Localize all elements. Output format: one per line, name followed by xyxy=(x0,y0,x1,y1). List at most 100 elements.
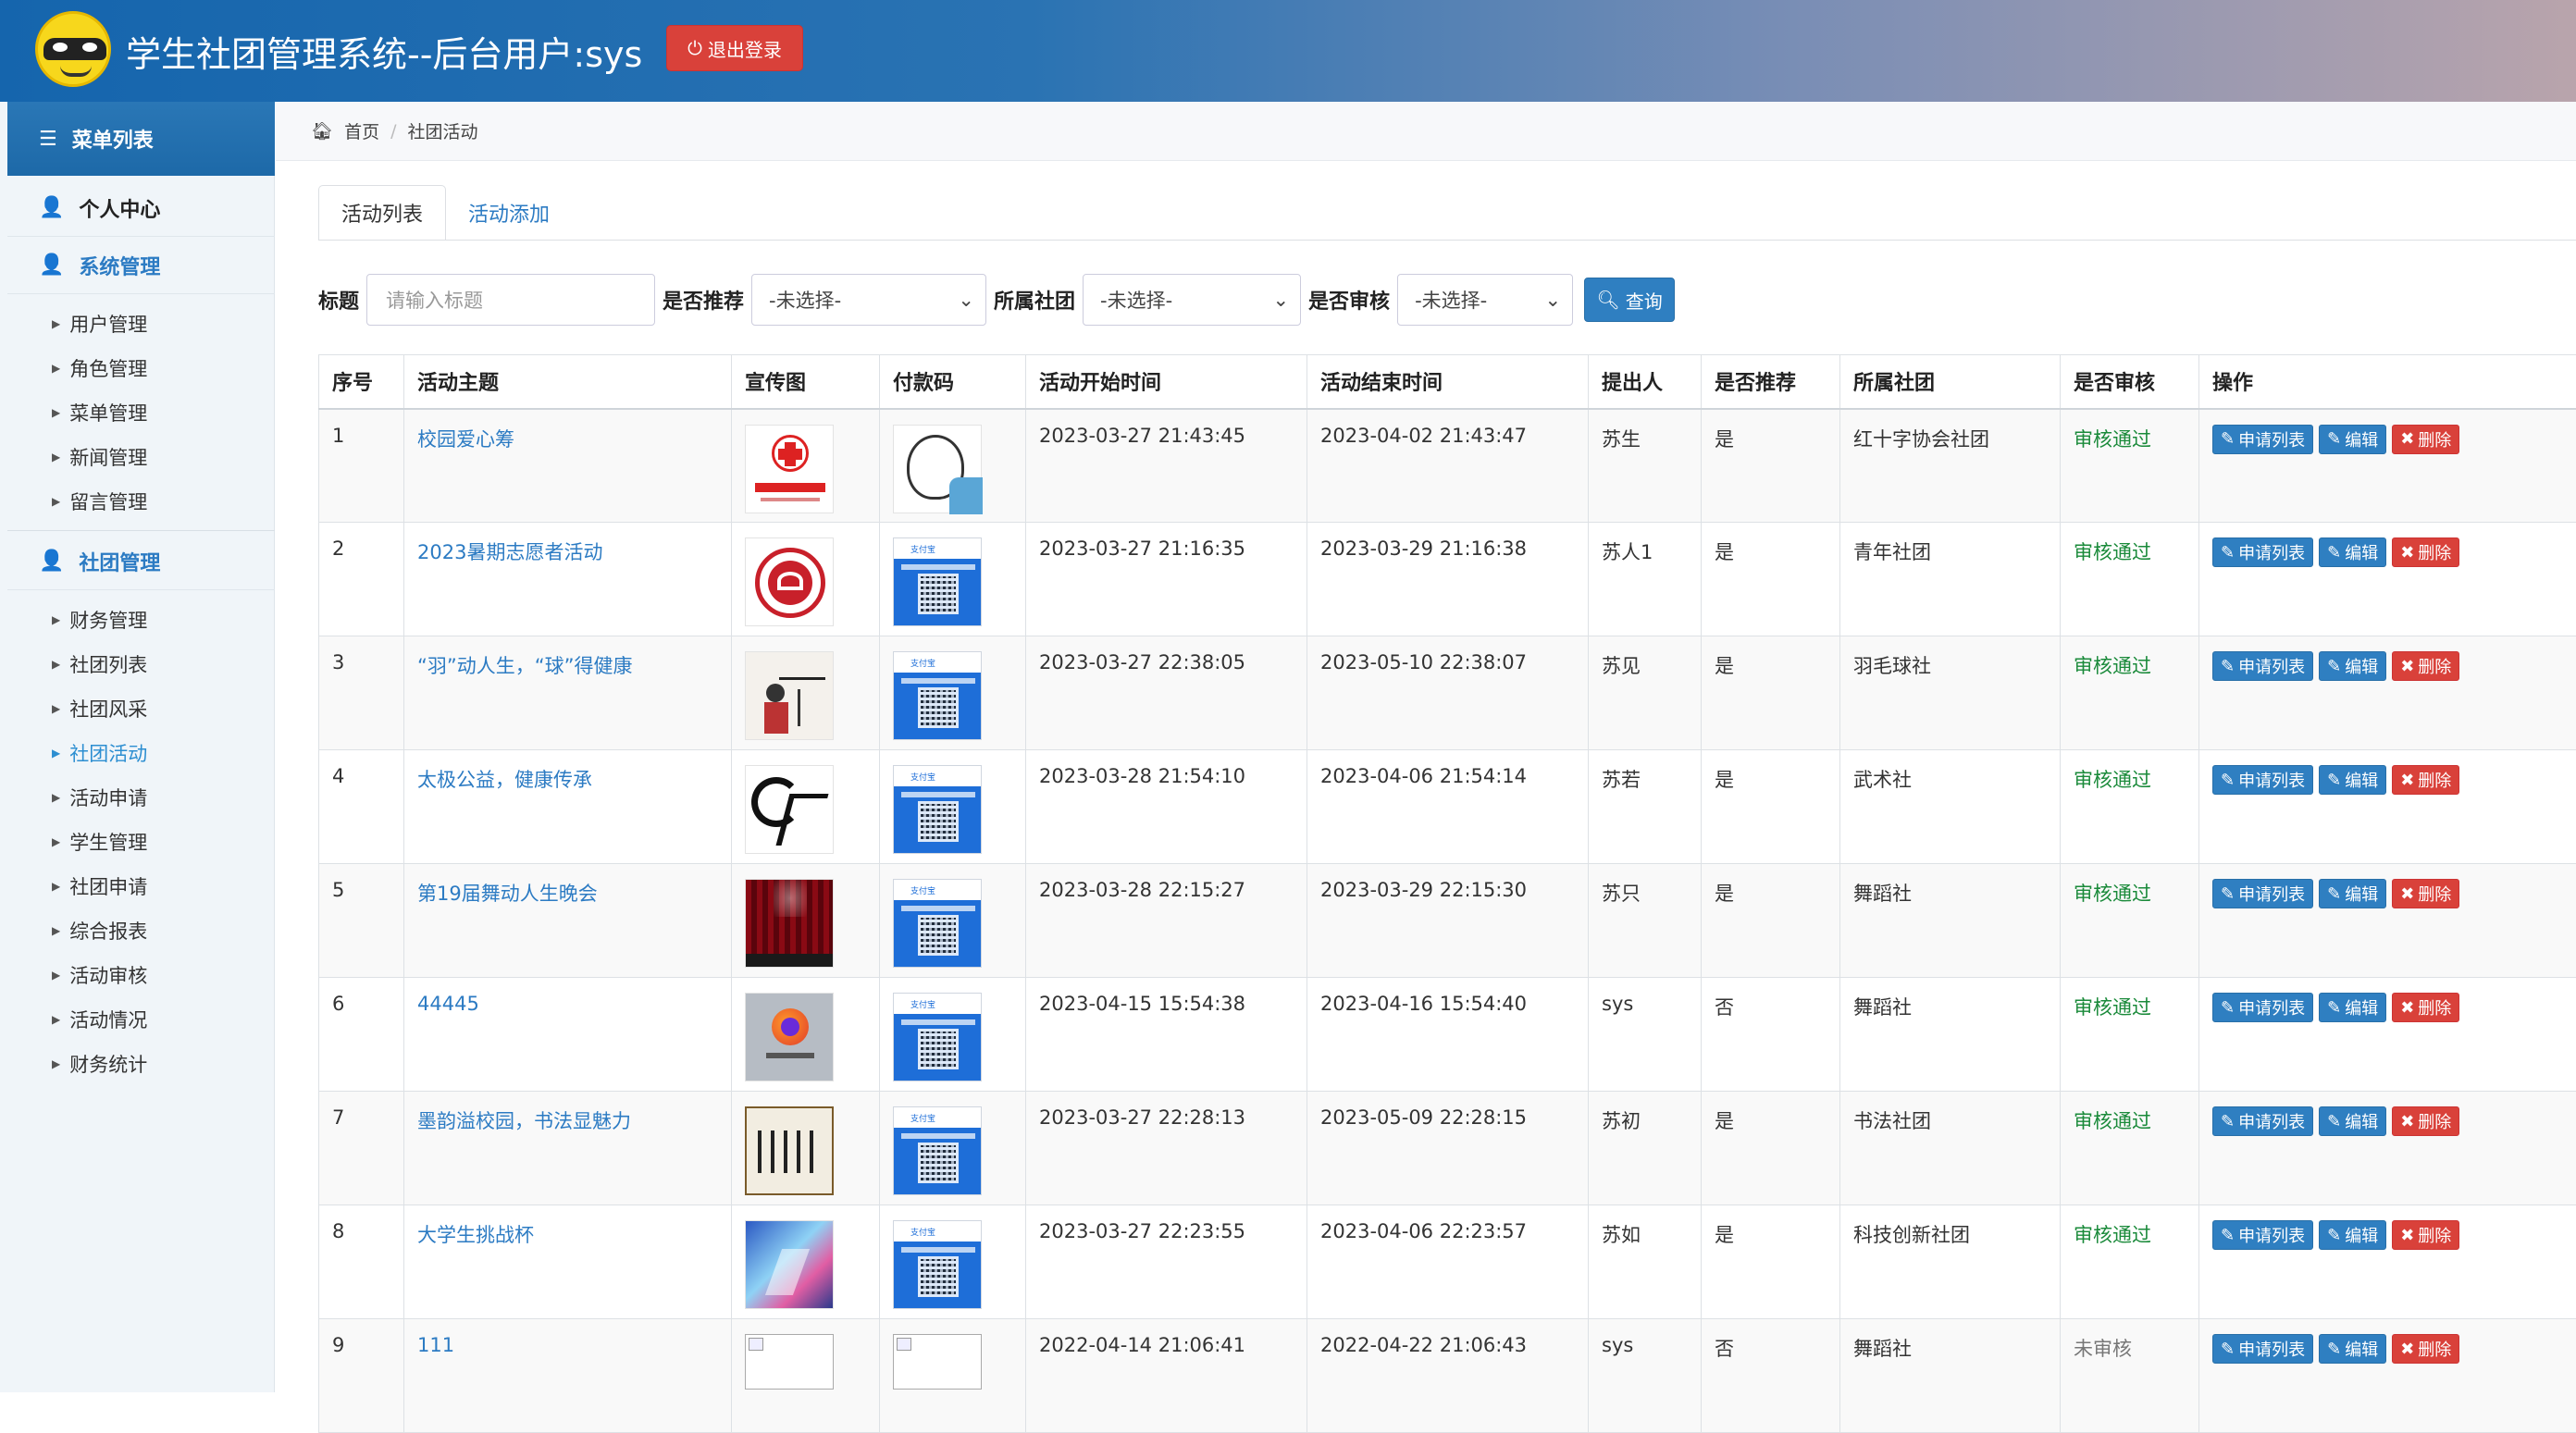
cell-proposer: 苏生 xyxy=(1589,409,1702,523)
col-header-pay-code: 付款码 xyxy=(880,355,1026,409)
sidebar-item-club-list[interactable]: ▶社团列表 xyxy=(52,650,147,678)
edit-button[interactable]: ✎编辑 xyxy=(2319,425,2386,454)
sidebar-item-news-mgmt[interactable]: ▶新闻管理 xyxy=(52,443,147,471)
delete-button[interactable]: ✖删除 xyxy=(2392,879,2459,908)
query-button[interactable]: 🔍︎ 查询 xyxy=(1584,278,1675,322)
delete-label: 删除 xyxy=(2418,1109,2451,1133)
audit-select[interactable]: -未选择- ⌄ xyxy=(1397,274,1573,326)
sidebar-item-label: 角色管理 xyxy=(69,354,147,382)
logout-button[interactable]: ⏻ 退出登录 xyxy=(666,25,803,71)
activity-topic-link[interactable]: 第19届舞动人生晚会 xyxy=(417,883,598,905)
apply-list-button[interactable]: ✎申请列表 xyxy=(2212,651,2313,681)
edit-button[interactable]: ✎编辑 xyxy=(2319,651,2386,681)
audit-status: 审核通过 xyxy=(2074,541,2151,563)
edit-button[interactable]: ✎编辑 xyxy=(2319,879,2386,908)
recommend-select[interactable]: -未选择- ⌄ xyxy=(751,274,986,326)
sidebar-item-club-activity[interactable]: ▶社团活动 xyxy=(52,739,147,767)
wushu-poster xyxy=(745,765,834,854)
sidebar-item-personal-center[interactable]: 👤 个人中心 xyxy=(7,179,275,237)
sidebar-item-student-mgmt[interactable]: ▶学生管理 xyxy=(52,828,147,856)
close-icon: ✖ xyxy=(2400,771,2414,790)
edit-button[interactable]: ✎编辑 xyxy=(2319,1334,2386,1364)
cell-actions: ✎申请列表✎编辑✖删除 xyxy=(2199,636,2576,750)
qr-code-image: 支付宝 xyxy=(893,993,982,1081)
delete-button[interactable]: ✖删除 xyxy=(2392,993,2459,1022)
sidebar-item-club-style[interactable]: ▶社团风采 xyxy=(52,695,147,723)
activity-topic-link[interactable]: 校园爱心筹 xyxy=(417,428,514,451)
cell-recommend: 是 xyxy=(1702,1205,1840,1319)
apply-list-button[interactable]: ✎申请列表 xyxy=(2212,993,2313,1022)
edit-button[interactable]: ✎编辑 xyxy=(2319,537,2386,567)
activity-topic-link[interactable]: 墨韵溢校园，书法显魅力 xyxy=(417,1110,631,1132)
cell-proposer: 苏人1 xyxy=(1589,523,1702,636)
cell-proposer: 苏初 xyxy=(1589,1092,1702,1205)
edit-icon: ✎ xyxy=(2221,1112,2235,1131)
apply-list-button[interactable]: ✎申请列表 xyxy=(2212,1220,2313,1250)
breadcrumb-home[interactable]: 首页 xyxy=(344,118,379,143)
delete-button[interactable]: ✖删除 xyxy=(2392,1106,2459,1136)
power-icon: ⏻ xyxy=(687,37,702,59)
caret-right-icon: ▶ xyxy=(52,317,60,330)
sidebar-section-club[interactable]: 👤 社团管理 xyxy=(7,533,275,590)
tab-activity-list[interactable]: 活动列表 xyxy=(318,185,446,241)
edit-button[interactable]: ✎编辑 xyxy=(2319,1220,2386,1250)
sidebar-item-report[interactable]: ▶综合报表 xyxy=(52,917,147,945)
sidebar-item-user-mgmt[interactable]: ▶用户管理 xyxy=(52,310,147,338)
sidebar-item-message-mgmt[interactable]: ▶留言管理 xyxy=(52,488,147,515)
delete-button[interactable]: ✖删除 xyxy=(2392,651,2459,681)
apply-list-button[interactable]: ✎申请列表 xyxy=(2212,765,2313,795)
col-header-club: 所属社团 xyxy=(1840,355,2061,409)
apply-list-button[interactable]: ✎申请列表 xyxy=(2212,425,2313,454)
cell-start-time: 2022-04-14 21:06:41 xyxy=(1026,1319,1307,1433)
apply-list-button[interactable]: ✎申请列表 xyxy=(2212,879,2313,908)
edit-button[interactable]: ✎编辑 xyxy=(2319,765,2386,795)
delete-button[interactable]: ✖删除 xyxy=(2392,1220,2459,1250)
cell-audit: 未审核 xyxy=(2061,1319,2199,1433)
activity-topic-link[interactable]: 2023暑期志愿者活动 xyxy=(417,541,602,563)
cell-start-time: 2023-03-28 21:54:10 xyxy=(1026,750,1307,864)
activity-topic-link[interactable]: “羽”动人生，“球”得健康 xyxy=(417,655,633,677)
title-search-input[interactable]: 请输入标题 xyxy=(366,274,655,326)
query-label: 查询 xyxy=(1626,287,1663,314)
edit-button[interactable]: ✎编辑 xyxy=(2319,1106,2386,1136)
apply-list-button[interactable]: ✎申请列表 xyxy=(2212,1334,2313,1364)
sidebar-section-system[interactable]: 👤 系统管理 xyxy=(7,237,275,294)
activity-topic-link[interactable]: 44445 xyxy=(417,993,479,1015)
qr-code-image: 支付宝 xyxy=(893,1220,982,1309)
edit-label: 编辑 xyxy=(2345,427,2378,451)
search-icon: 🔍︎ xyxy=(1596,289,1619,311)
cell-no: 2 xyxy=(319,523,404,636)
sidebar-item-role-mgmt[interactable]: ▶角色管理 xyxy=(52,354,147,382)
activity-topic-link[interactable]: 111 xyxy=(417,1334,454,1356)
activity-topic-link[interactable]: 大学生挑战杯 xyxy=(417,1224,534,1246)
delete-button[interactable]: ✖删除 xyxy=(2392,1334,2459,1364)
cell-topic: 校园爱心筹 xyxy=(404,409,732,523)
cell-club: 红十字协会社团 xyxy=(1840,409,2061,523)
sidebar-item-club-apply[interactable]: ▶社团申请 xyxy=(52,872,147,900)
activity-topic-link[interactable]: 太极公益，健康传承 xyxy=(417,769,592,791)
delete-button[interactable]: ✖删除 xyxy=(2392,537,2459,567)
table-row: 1校园爱心筹2023-03-27 21:43:452023-04-02 21:4… xyxy=(319,409,2576,523)
sidebar-item-activity-audit[interactable]: ▶活动审核 xyxy=(52,961,147,989)
sidebar-item-label: 留言管理 xyxy=(69,488,147,515)
logout-label: 退出登录 xyxy=(708,35,782,62)
delete-button[interactable]: ✖删除 xyxy=(2392,425,2459,454)
cell-poster xyxy=(732,864,880,978)
delete-button[interactable]: ✖删除 xyxy=(2392,765,2459,795)
cell-end-time: 2023-04-06 22:23:57 xyxy=(1307,1205,1589,1319)
edit-button[interactable]: ✎编辑 xyxy=(2319,993,2386,1022)
sidebar-section-label: 系统管理 xyxy=(79,251,160,280)
sidebar-item-menu-mgmt[interactable]: ▶菜单管理 xyxy=(52,399,147,426)
apply-list-button[interactable]: ✎申请列表 xyxy=(2212,537,2313,567)
club-select[interactable]: -未选择- ⌄ xyxy=(1083,274,1301,326)
tab-activity-add[interactable]: 活动添加 xyxy=(446,185,572,241)
table-row: 644445支付宝2023-04-15 15:54:382023-04-16 1… xyxy=(319,978,2576,1092)
apply-list-button[interactable]: ✎申请列表 xyxy=(2212,1106,2313,1136)
cell-topic: 第19届舞动人生晚会 xyxy=(404,864,732,978)
table-row: 8大学生挑战杯支付宝2023-03-27 22:23:552023-04-06 … xyxy=(319,1205,2576,1319)
sidebar-item-activity-apply[interactable]: ▶活动申请 xyxy=(52,784,147,811)
audit-status: 未审核 xyxy=(2074,1338,2132,1360)
sidebar-item-activity-status[interactable]: ▶活动情况 xyxy=(52,1006,147,1033)
sidebar-item-finance-stats[interactable]: ▶财务统计 xyxy=(52,1050,147,1078)
sidebar-item-finance-mgmt[interactable]: ▶财务管理 xyxy=(52,606,147,634)
